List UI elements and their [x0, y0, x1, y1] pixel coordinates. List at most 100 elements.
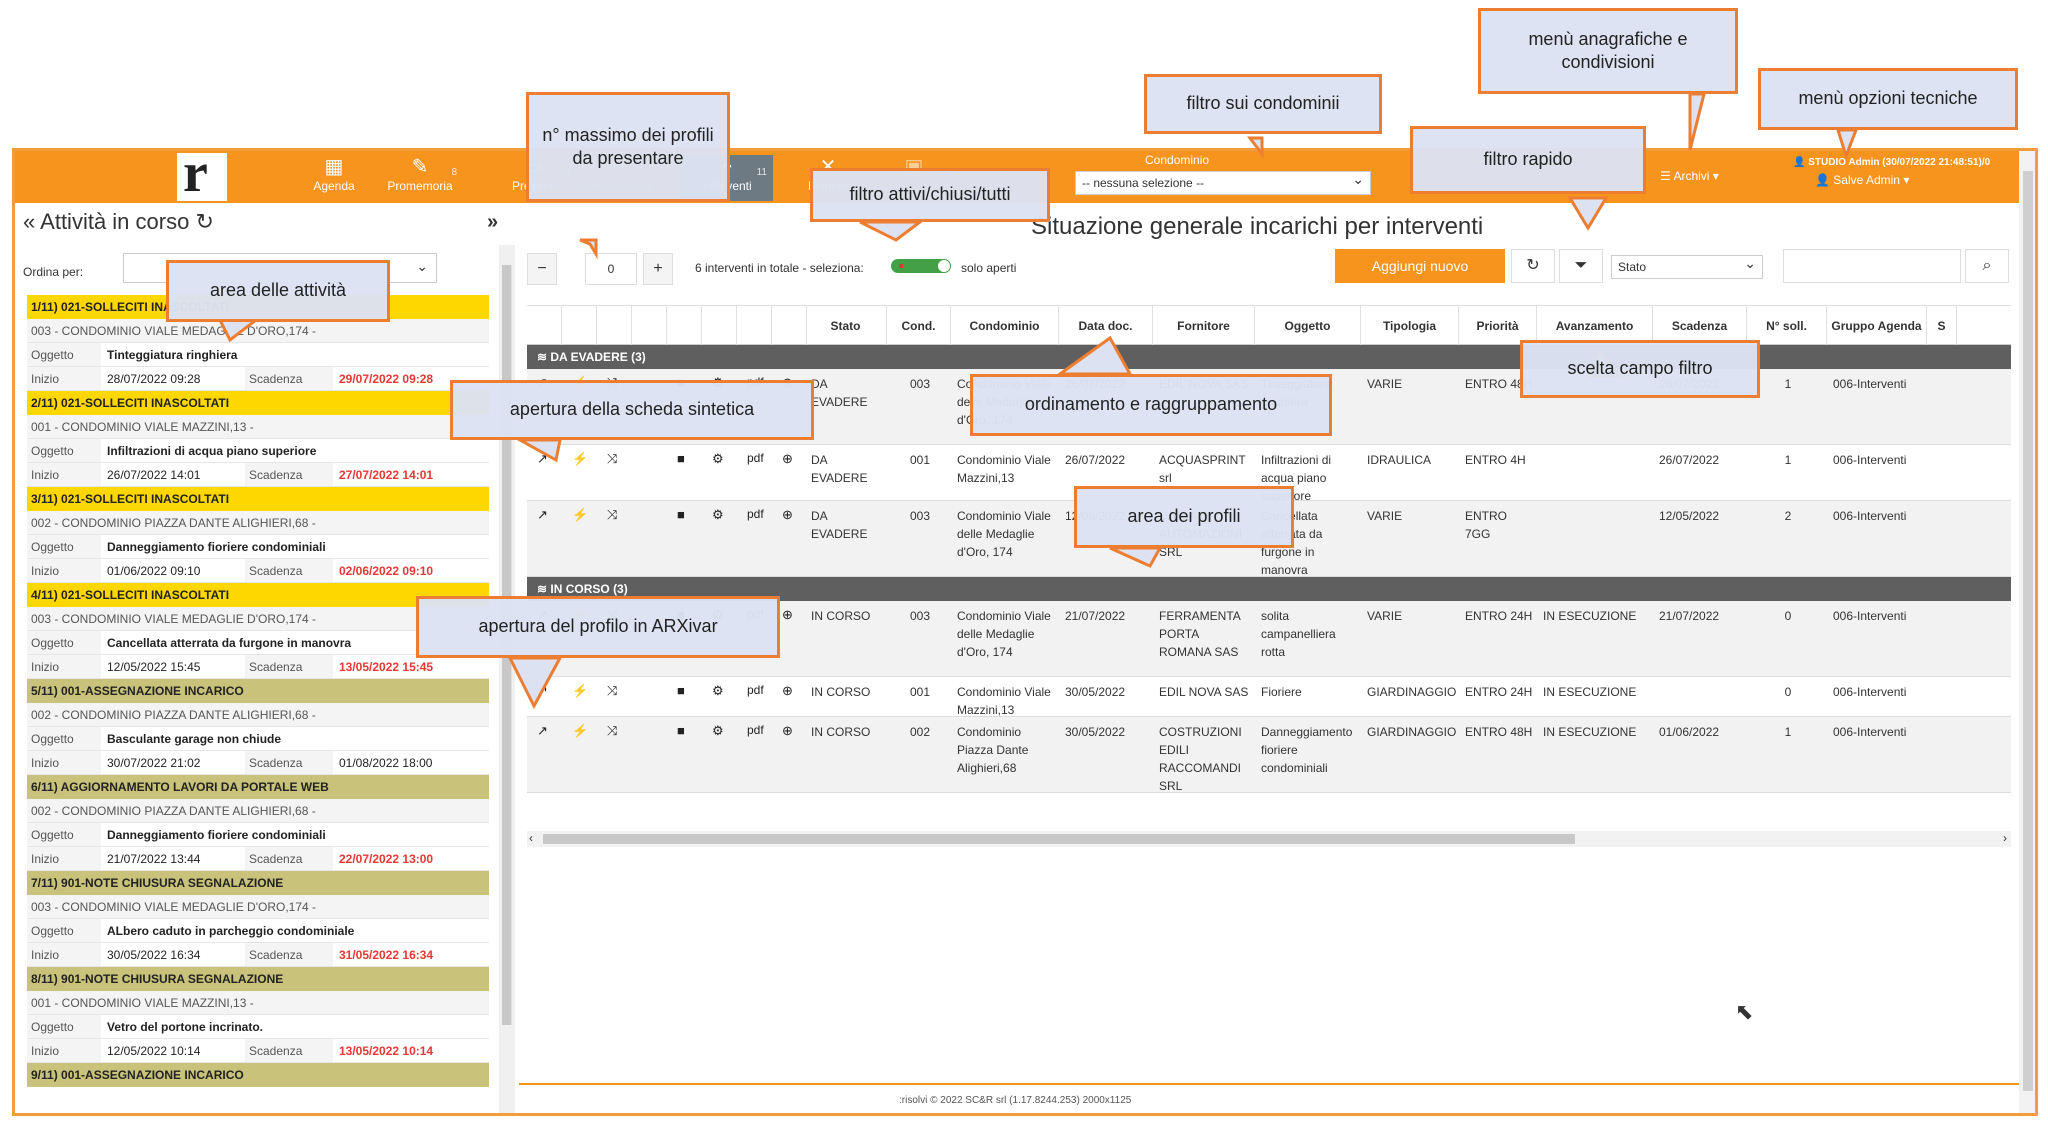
bolt-icon[interactable]: ⚡ — [572, 451, 588, 467]
table-hscrollbar[interactable]: ‹ › — [527, 831, 2011, 847]
tab-1[interactable]: ▦ Agenda — [291, 155, 377, 201]
gears-icon[interactable]: ⚙ — [712, 683, 724, 699]
oggetto-label: Oggetto — [27, 631, 101, 654]
shuffle-icon[interactable]: ⤨ — [607, 723, 617, 739]
cell-stato: IN CORSO — [811, 725, 871, 739]
activity-item[interactable]: 6/11) AGGIORNAMENTO LAVORI DA PORTALE WE… — [27, 775, 489, 871]
scadenza-label: Scadenza — [245, 463, 333, 486]
column-header[interactable]: Gruppo Agenda — [1827, 306, 1927, 346]
add-new-button[interactable]: Aggiungi nuovo — [1335, 249, 1505, 283]
globe-icon[interactable]: ⊕ — [782, 507, 793, 523]
cell-priorita: ENTRO 4H — [1465, 453, 1526, 467]
gears-icon[interactable]: ⚙ — [712, 451, 724, 467]
pin-icon: ✎ — [411, 156, 429, 178]
column-header[interactable]: Fornitore — [1153, 306, 1255, 346]
cell-soll: 1 — [1784, 453, 1792, 467]
refresh-icon[interactable]: ↻ — [1511, 249, 1555, 283]
open-icon[interactable]: ↗ — [537, 723, 548, 739]
max-profiles-input[interactable]: 0 — [585, 253, 637, 285]
column-header[interactable]: Tipologia — [1361, 306, 1459, 346]
search-icon[interactable]: ⌕ — [1965, 249, 2009, 283]
pdf-link[interactable]: pdf — [747, 451, 764, 465]
note-icon[interactable]: ■ — [677, 507, 685, 522]
activity-item[interactable]: 7/11) 901-NOTE CHIUSURA SEGNALAZIONE 003 … — [27, 871, 489, 967]
group-row[interactable]: ≋ DA EVADERE (3) — [527, 345, 2011, 369]
collapse-icon[interactable]: « — [23, 209, 35, 234]
filter-icon[interactable]: ⏷ — [1559, 249, 1603, 283]
icon-column-header — [667, 306, 702, 346]
gears-icon[interactable]: ⚙ — [712, 507, 724, 523]
activity-header[interactable]: 8/11) 901-NOTE CHIUSURA SEGNALAZIONE — [27, 967, 489, 991]
bolt-icon[interactable]: ⚡ — [572, 507, 588, 523]
pdf-link[interactable]: pdf — [747, 723, 764, 737]
user-menu[interactable]: 👤 Salve Admin ▾ — [1815, 173, 1909, 187]
open-icon[interactable]: ↗ — [537, 451, 548, 467]
expand-icon[interactable]: » — [487, 211, 498, 234]
archivi-menu[interactable]: ☰ Archivi ▾ — [1660, 169, 1719, 183]
activity-item[interactable]: 2/11) 021-SOLLECITI INASCOLTATI 001 - CON… — [27, 391, 489, 487]
cell-tipologia: GIARDINAGGIO — [1367, 725, 1457, 739]
cell-gruppo: 006-Interventi — [1833, 453, 1907, 467]
total-info: 6 interventi in totale - seleziona: — [695, 261, 864, 275]
tab-2[interactable]: ✎ Promemoria 8 — [377, 155, 463, 201]
note-icon[interactable]: ■ — [677, 451, 685, 466]
globe-icon[interactable]: ⊕ — [782, 607, 793, 623]
table-row[interactable]: ↗ ⚡ ⤨ ■ ⚙ pdf ⊕ IN CORSO 001 Condominio Viale Maz… — [527, 677, 2011, 717]
shuffle-icon[interactable]: ⤨ — [607, 451, 617, 467]
condominio-filter-select[interactable]: -- nessuna selezione -- — [1075, 168, 1371, 195]
cell-fornitore: EDIL NOVA SAS — [1159, 685, 1249, 699]
activity-item[interactable]: 3/11) 021-SOLLECITI INASCOLTATI 002 - CON… — [27, 487, 489, 583]
column-header[interactable]: Cond. — [887, 306, 951, 346]
cell-fornitore: COSTRUZIONI EDILI RACCOMANDI SRL — [1159, 725, 1242, 793]
activity-header[interactable]: 7/11) 901-NOTE CHIUSURA SEGNALAZIONE — [27, 871, 489, 895]
scadenza-label: Scadenza — [245, 559, 333, 582]
activity-item[interactable]: 8/11) 901-NOTE CHIUSURA SEGNALAZIONE 001 … — [27, 967, 489, 1063]
scadenza-label: Scadenza — [245, 367, 333, 390]
globe-icon[interactable]: ⊕ — [782, 683, 793, 699]
activity-inizio: 30/07/2022 21:02 — [107, 756, 201, 770]
cell-condominio: Condominio Viale Mazzini,13 — [957, 453, 1051, 485]
globe-icon[interactable]: ⊕ — [782, 723, 793, 739]
filter-field-select[interactable]: Stato — [1611, 252, 1763, 279]
activity-item[interactable]: 5/11) 001-ASSEGNAZIONE INCARICO 002 - CON… — [27, 679, 489, 775]
column-header[interactable]: Stato — [805, 306, 887, 346]
page-title: Situazione generale incarichi per interv… — [1031, 213, 1484, 240]
column-header[interactable]: S — [1927, 306, 1957, 346]
bolt-icon[interactable]: ⚡ — [572, 683, 588, 699]
open-icon[interactable]: ↗ — [537, 507, 548, 523]
cell-tipologia: VARIE — [1367, 377, 1403, 391]
column-header[interactable]: Data doc. — [1059, 306, 1153, 346]
open-icon[interactable]: ↗ — [537, 683, 548, 699]
cell-tipologia: GIARDINAGGIO — [1367, 685, 1457, 699]
column-header[interactable]: Oggetto — [1255, 306, 1361, 346]
globe-icon[interactable]: ⊕ — [782, 451, 793, 467]
activity-header[interactable]: 6/11) AGGIORNAMENTO LAVORI DA PORTALE WE… — [27, 775, 489, 799]
note-icon[interactable]: ■ — [677, 683, 685, 698]
page-scrollbar[interactable] — [2019, 151, 2035, 1113]
gears-icon[interactable]: ⚙ — [712, 723, 724, 739]
user-icon: 👤 — [1815, 173, 1834, 187]
activity-header[interactable]: 2/11) 021-SOLLECITI INASCOLTATI — [27, 391, 489, 415]
pdf-link[interactable]: pdf — [747, 507, 764, 521]
activity-scrollbar[interactable] — [499, 245, 515, 1113]
decrease-button[interactable]: − — [527, 253, 557, 285]
column-header[interactable]: Condominio — [951, 306, 1059, 346]
oggetto-label: Oggetto — [27, 823, 101, 846]
increase-button[interactable]: + — [643, 253, 673, 285]
mouse-cursor-icon: ⬉ — [1735, 999, 1754, 1024]
pdf-link[interactable]: pdf — [747, 683, 764, 697]
note-icon[interactable]: ■ — [677, 723, 685, 738]
activity-header[interactable]: 3/11) 021-SOLLECITI INASCOLTATI — [27, 487, 489, 511]
cell-gruppo: 006-Interventi — [1833, 509, 1907, 523]
activity-header[interactable]: 9/11) 001-ASSEGNAZIONE INCARICO — [27, 1063, 489, 1087]
open-only-toggle[interactable] — [891, 259, 951, 273]
shuffle-icon[interactable]: ⤨ — [607, 683, 617, 699]
activity-scadenza: 13/05/2022 15:45 — [339, 660, 434, 674]
shuffle-icon[interactable]: ⤨ — [607, 507, 617, 523]
refresh-icon[interactable]: ↻ — [195, 209, 213, 234]
table-row[interactable]: ↗ ⚡ ⤨ ■ ⚙ pdf ⊕ IN CORSO 002 Condominio Piazza Da… — [527, 717, 2011, 793]
activity-header[interactable]: 5/11) 001-ASSEGNAZIONE INCARICO — [27, 679, 489, 703]
bolt-icon[interactable]: ⚡ — [572, 723, 588, 739]
activity-item[interactable]: 9/11) 001-ASSEGNAZIONE INCARICO — [27, 1063, 489, 1087]
filter-value-input[interactable] — [1783, 249, 1961, 283]
